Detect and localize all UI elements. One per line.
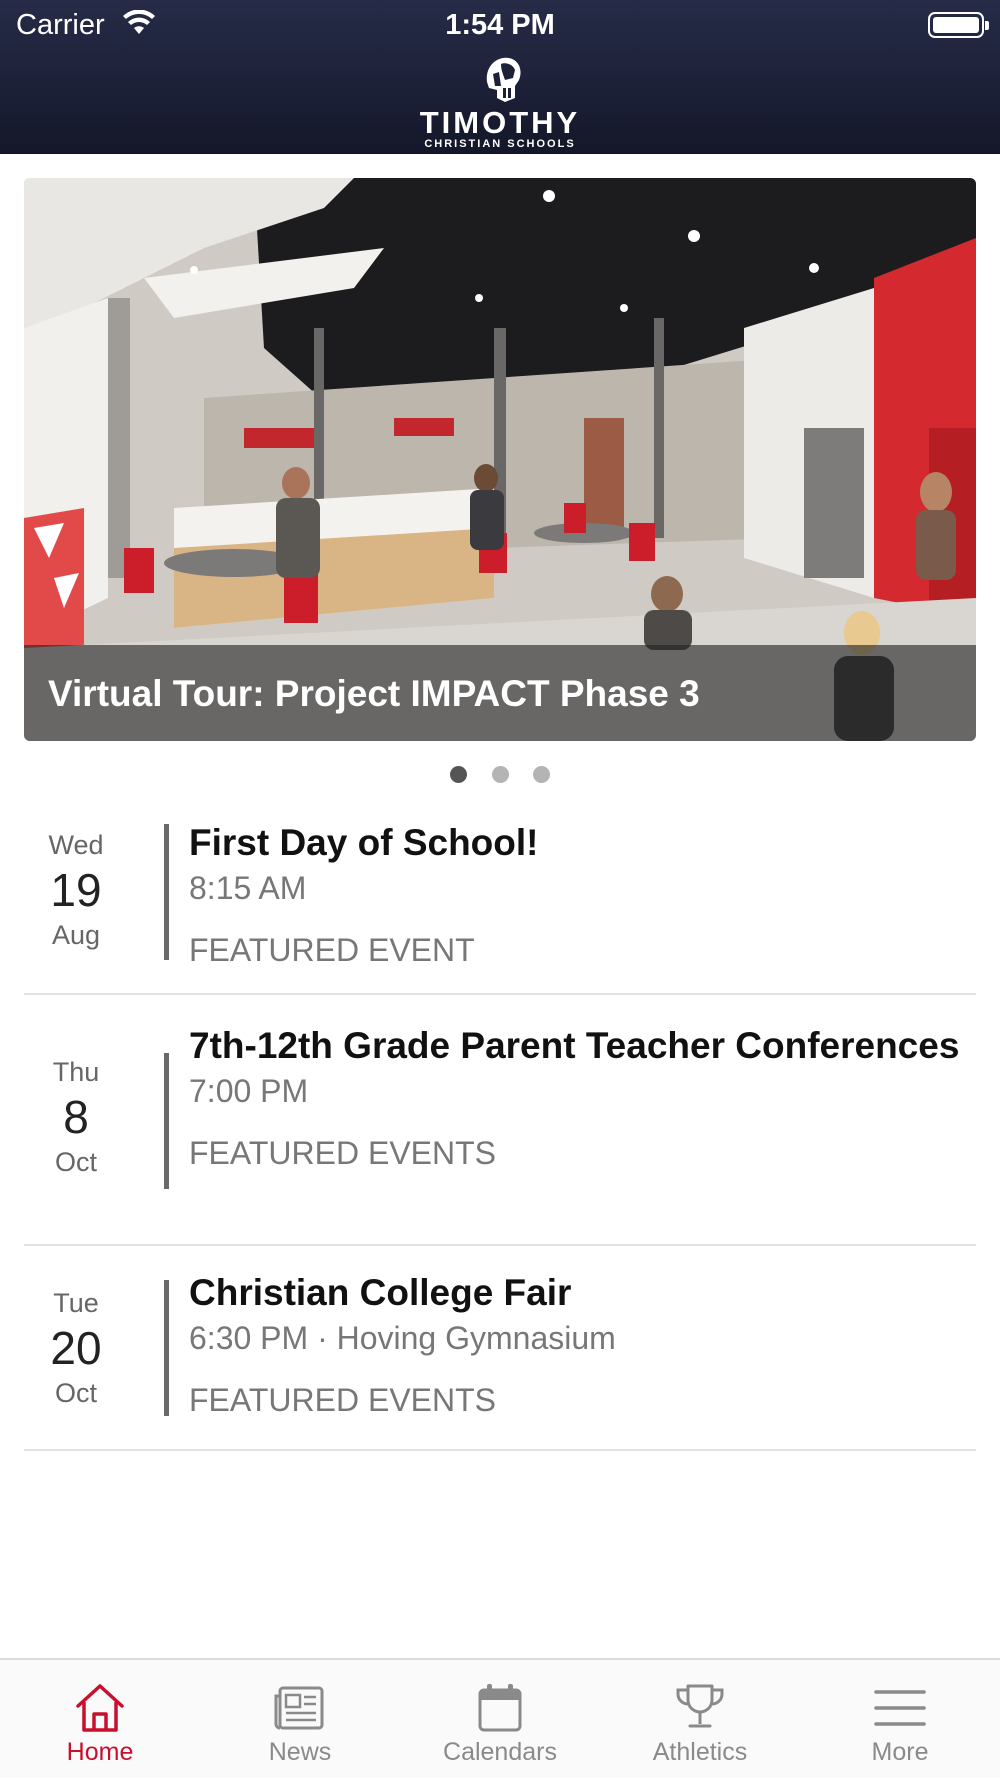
newspaper-icon <box>274 1686 324 1730</box>
event-day: 20 <box>50 1322 102 1374</box>
calendar-icon <box>478 1684 522 1732</box>
event-date: Tue 20 Oct <box>24 1286 128 1410</box>
tab-athletics[interactable]: Athletics <box>600 1660 800 1780</box>
carousel-caption: Virtual Tour: Project IMPACT Phase 3 <box>48 673 700 714</box>
status-bar: Carrier 1:54 PM <box>0 0 1000 50</box>
tab-label: More <box>871 1738 929 1766</box>
tab-label: Athletics <box>652 1738 748 1766</box>
status-time: 1:54 PM <box>445 9 555 41</box>
event-details: Christian College Fair 6:30 PM · Hoving … <box>189 1270 966 1420</box>
event-date: Thu 8 Oct <box>24 1055 128 1179</box>
trophy-icon <box>676 1684 724 1728</box>
event-details: 7th-12th Grade Parent Teacher Conference… <box>189 1023 966 1173</box>
event-row[interactable]: Thu 8 Oct 7th-12th Grade Parent Teacher … <box>24 995 976 1246</box>
tab-label: News <box>268 1738 332 1766</box>
event-divider <box>164 824 169 960</box>
event-category: FEATURED EVENTS <box>189 1382 496 1418</box>
menu-icon <box>874 1690 926 1726</box>
tab-label: Home <box>66 1738 134 1766</box>
event-day: 8 <box>63 1091 89 1143</box>
event-title: First Day of School! <box>189 822 539 863</box>
event-month: Aug <box>51 920 101 950</box>
tab-news[interactable]: News <box>200 1660 400 1780</box>
featured-carousel-slide[interactable]: Virtual Tour: Project IMPACT Phase 3 <box>24 178 976 741</box>
bottom-tab-bar: Home News Calendars Athletics More <box>0 1658 1000 1778</box>
event-details: First Day of School! 8:15 AM FEATURED EV… <box>189 820 966 970</box>
event-time: 8:15 AM <box>189 870 307 906</box>
event-month: Oct <box>54 1378 97 1408</box>
event-day: 19 <box>50 864 102 916</box>
carousel-dot-1[interactable] <box>450 766 468 783</box>
carousel-dot-2[interactable] <box>491 766 509 783</box>
school-logo: TIMOTHY CHRISTIAN SCHOOLS <box>0 52 1000 150</box>
event-weekday: Wed <box>48 830 104 860</box>
event-divider <box>164 1280 169 1416</box>
event-title: Christian College Fair <box>189 1272 572 1313</box>
event-weekday: Thu <box>52 1057 100 1087</box>
carousel-dot-3[interactable] <box>532 766 550 783</box>
event-month: Oct <box>54 1147 97 1177</box>
tab-more[interactable]: More <box>800 1660 1000 1780</box>
event-time: 7:00 PM <box>189 1073 309 1109</box>
battery-icon <box>928 12 989 38</box>
event-weekday: Tue <box>53 1288 99 1318</box>
carousel-caption-overlay: Virtual Tour: Project IMPACT Phase 3 <box>24 645 976 741</box>
logo-title: TIMOTHY <box>419 105 581 140</box>
event-row[interactable]: Tue 20 Oct Christian College Fair 6:30 P… <box>24 1246 976 1451</box>
event-category: FEATURED EVENT <box>189 932 475 968</box>
event-category: FEATURED EVENTS <box>189 1135 496 1171</box>
carousel-page-indicator[interactable] <box>0 766 1000 786</box>
titan-helmet-icon <box>486 57 521 102</box>
tab-home[interactable]: Home <box>0 1660 200 1780</box>
event-divider <box>164 1053 169 1189</box>
tab-label: Calendars <box>443 1738 557 1766</box>
event-time: 6:30 PM · Hoving Gymnasium <box>189 1320 616 1356</box>
event-date: Wed 19 Aug <box>24 828 128 952</box>
logo-subtitle: CHRISTIAN SCHOOLS <box>424 138 576 150</box>
event-title: 7th-12th Grade Parent Teacher Conference… <box>189 1025 960 1066</box>
event-row[interactable]: Wed 19 Aug First Day of School! 8:15 AM … <box>24 806 976 995</box>
tab-calendars[interactable]: Calendars <box>400 1660 600 1780</box>
home-icon <box>76 1684 124 1732</box>
